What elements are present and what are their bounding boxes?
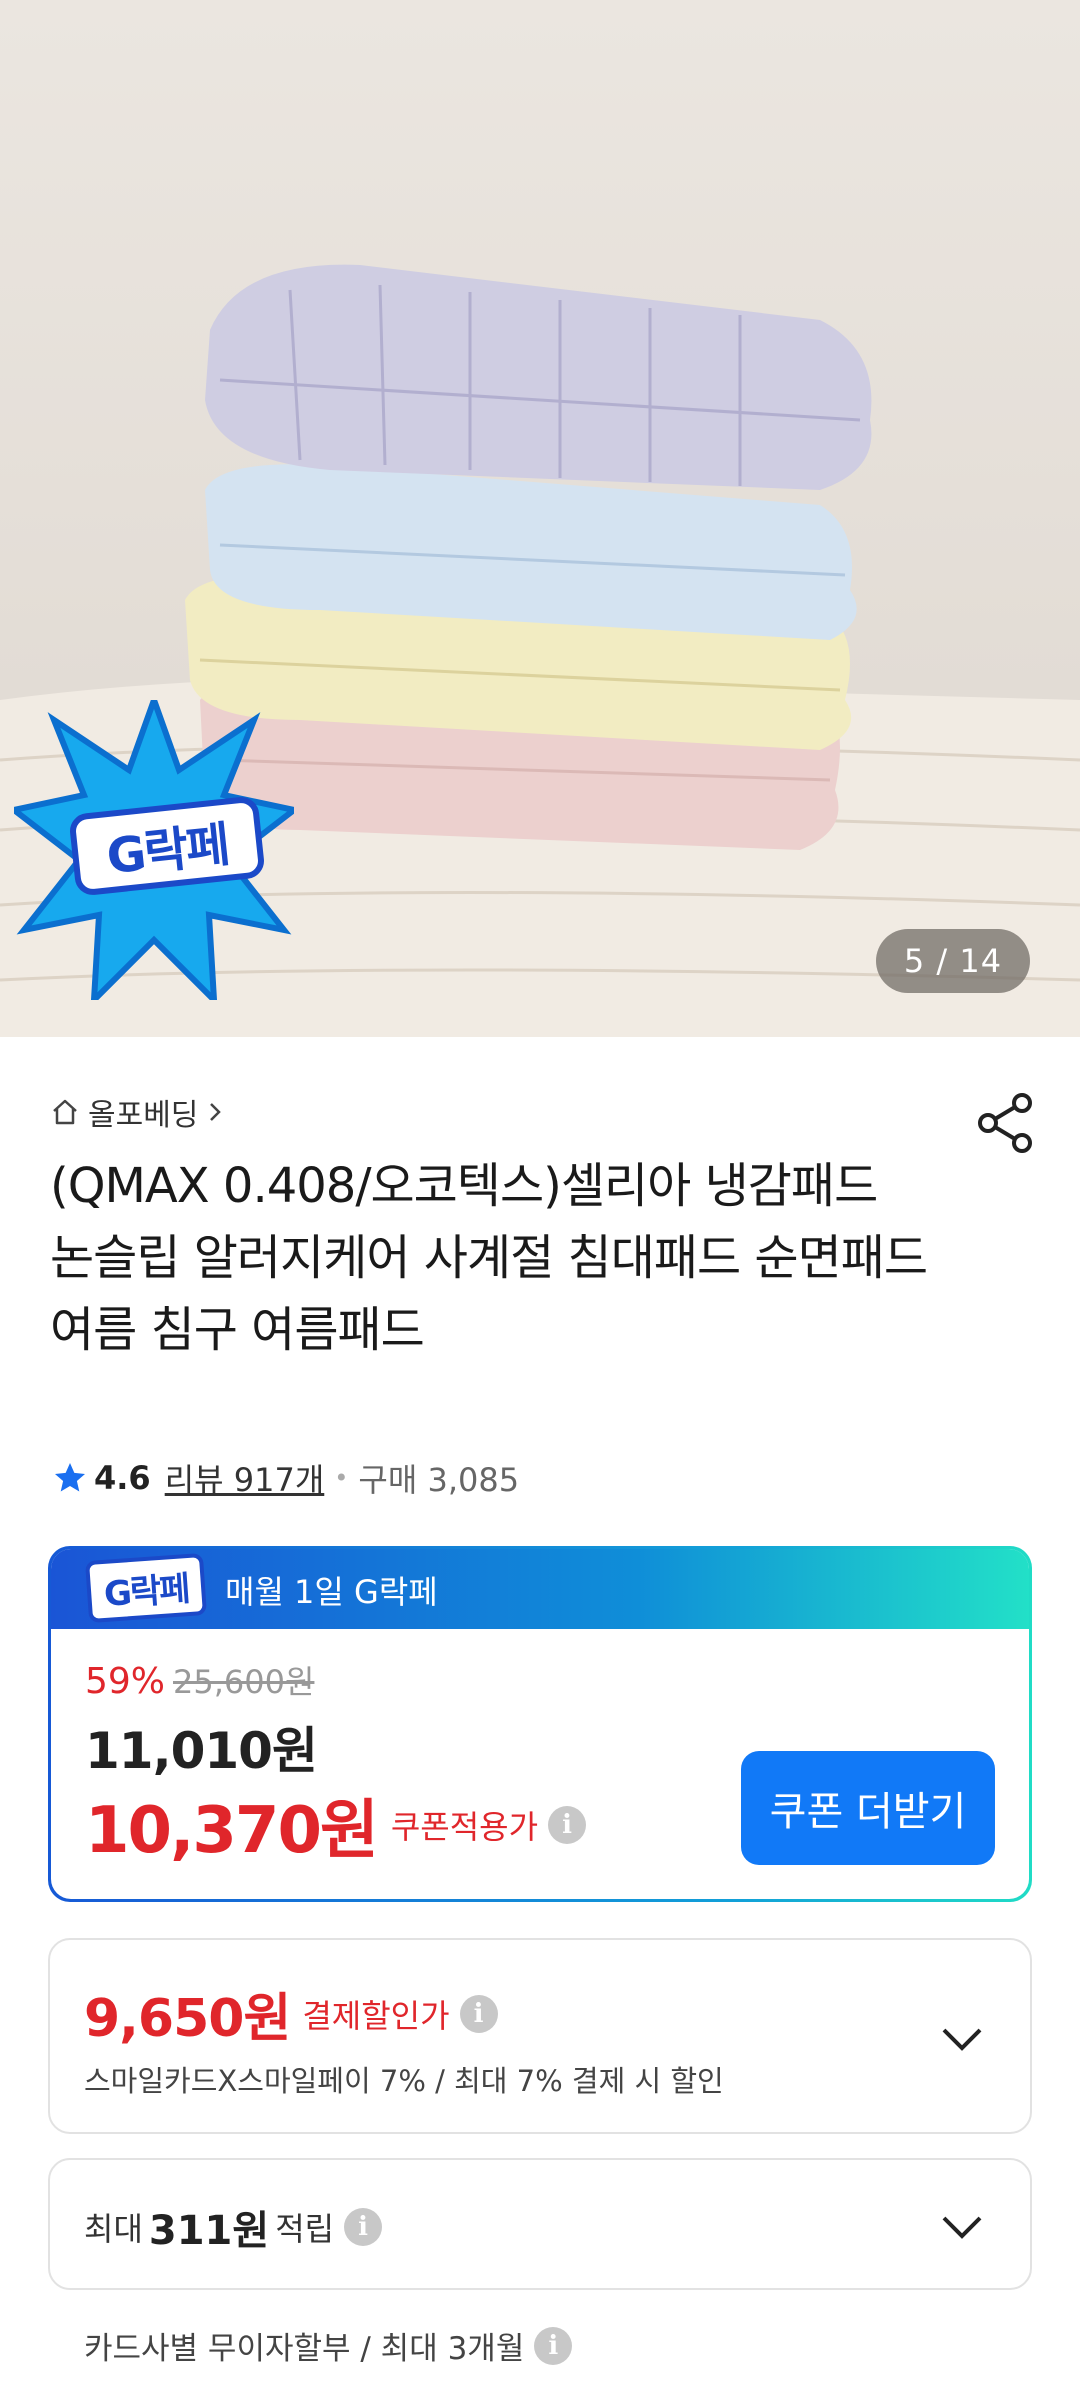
product-title: (QMAX 0.408/오코텍스)셀리아 냉감패드 논슬립 알러지케어 사계절 … xyxy=(50,1158,928,1358)
event-header: G락페 매월 1일 G락페 xyxy=(51,1549,1029,1629)
info-icon[interactable]: i xyxy=(548,1806,587,1844)
points-card[interactable]: 최대 311원 적립 i xyxy=(48,2158,1032,2290)
payment-discount-price: 9,650원 xyxy=(84,1989,291,2049)
purchase-count: 구매 3,085 xyxy=(358,1461,520,1499)
installment-text: 카드사별 무이자할부 / 최대 3개월 xyxy=(84,2331,525,2367)
rating-row: 4.6 리뷰 917개 • 구매 3,085 xyxy=(52,1455,519,1501)
chevron-down-icon[interactable] xyxy=(940,2214,984,2240)
review-link[interactable]: 리뷰 917개 xyxy=(165,1455,325,1501)
g-rakpe-badge: G락페 xyxy=(14,700,294,1000)
image-counter: 5 / 14 xyxy=(876,929,1030,993)
star-icon xyxy=(55,1463,85,1492)
product-image-carousel[interactable]: G락페 5 / 14 xyxy=(0,0,1080,1037)
info-icon[interactable]: i xyxy=(459,1994,498,2033)
installment-row: 카드사별 무이자할부 / 최대 3개월 i xyxy=(84,2323,573,2368)
payment-discount-description: 스마일카드X스마일페이 7% / 최대 7% 결제 시 할인 xyxy=(84,2064,724,2098)
sale-price: 11,010원 xyxy=(85,1722,318,1780)
seller-link[interactable]: 올포베딩 xyxy=(50,1090,224,1134)
payment-discount-label: 결제할인가 xyxy=(302,1996,450,2035)
payment-discount-card[interactable]: 9,650원 결제할인가 i 스마일카드X스마일페이 7% / 최대 7% 결제… xyxy=(48,1938,1032,2134)
get-coupon-button[interactable]: 쿠폰 더받기 xyxy=(741,1751,995,1865)
rating-score: 4.6 xyxy=(94,1459,151,1497)
points-row: 최대 311원 적립 i xyxy=(84,2198,383,2256)
event-title: 매월 1일 G락페 xyxy=(225,1573,438,1611)
original-price: 25,600원 xyxy=(173,1663,315,1701)
chevron-down-icon[interactable] xyxy=(940,2026,984,2052)
points-suffix: 적립 xyxy=(275,2210,335,2248)
points-amount: 311원 xyxy=(148,2208,270,2254)
info-icon[interactable]: i xyxy=(344,2208,383,2246)
points-prefix: 최대 xyxy=(84,2210,143,2248)
info-icon[interactable]: i xyxy=(534,2326,573,2365)
discount-row: 59% 25,600원 xyxy=(85,1657,314,1703)
event-price-box: G락페 매월 1일 G락페 59% 25,600원 11,010원 10,370… xyxy=(48,1546,1032,1902)
coupon-price-row: 10,370원 쿠폰적용가 i xyxy=(85,1779,587,1871)
coupon-price: 10,370원 xyxy=(85,1794,379,1868)
home-icon xyxy=(53,1099,77,1125)
discount-percent: 59% xyxy=(85,1661,166,1702)
coupon-price-label: 쿠폰적용가 xyxy=(390,1808,539,1846)
share-icon[interactable] xyxy=(978,1093,1034,1153)
chevron-right-icon xyxy=(210,1103,222,1121)
seller-name: 올포베딩 xyxy=(88,1098,199,1133)
separator-dot: • xyxy=(334,1464,349,1492)
g-rakpe-logo: G락페 xyxy=(84,1552,208,1624)
